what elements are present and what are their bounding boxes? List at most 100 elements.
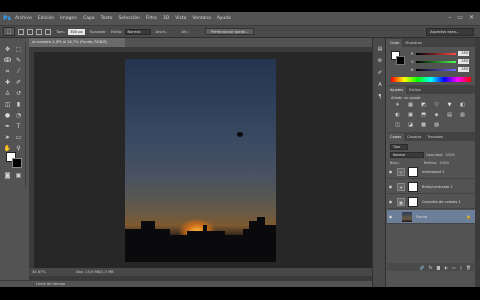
black-white-icon[interactable]: ▣ <box>406 112 415 119</box>
canvas-area[interactable] <box>34 52 372 268</box>
layer-name[interactable]: Fondo <box>416 215 427 219</box>
style-select[interactable]: Normal <box>124 28 151 35</box>
menu-capa[interactable]: Capa <box>83 16 95 21</box>
layer-mask-thumbnail[interactable] <box>408 181 418 192</box>
layer-photo-thumbnail[interactable] <box>402 211 412 222</box>
blue-slider[interactable]: B 255 <box>411 67 469 72</box>
posterize-icon[interactable]: ◫ <box>393 122 402 129</box>
healing-tool-icon[interactable]: ✚ <box>3 79 12 87</box>
vibrance-icon[interactable]: ▼ <box>445 102 454 109</box>
visibility-eye-icon[interactable]: ◉ <box>387 199 394 204</box>
blur-tool-icon[interactable]: ● <box>3 112 12 120</box>
right-panel-scrollbar[interactable] <box>475 38 480 287</box>
menu-edicion[interactable]: Edición <box>38 16 54 21</box>
history-panel-icon[interactable]: ▤ <box>376 46 384 53</box>
tab-paths[interactable]: Trazados <box>424 133 446 141</box>
quick-mask-icon[interactable]: ◙ <box>3 172 12 180</box>
menu-archivo[interactable]: Archivo <box>15 16 32 21</box>
layer-name[interactable]: Brillo/contraste 1 <box>422 185 453 189</box>
path-select-tool-icon[interactable]: ➤ <box>3 134 12 142</box>
zoom-level[interactable]: 34,67% <box>32 268 58 276</box>
lasso-tool-icon[interactable]: ↂ <box>3 57 12 65</box>
brush-panel-icon[interactable]: ✐ <box>376 70 384 77</box>
new-layer-icon[interactable]: ▯ <box>460 265 462 270</box>
blue-value-input[interactable]: 255 <box>458 67 469 72</box>
layer-filter-select[interactable]: Tipo <box>390 144 408 150</box>
add-selection-icon[interactable] <box>27 28 33 35</box>
feather-checkbox-label[interactable]: Suavizar <box>90 29 106 34</box>
visibility-eye-icon[interactable]: ◉ <box>387 184 394 189</box>
brush-tool-icon[interactable]: ✐ <box>14 79 23 87</box>
screen-mode-icon[interactable]: ▣ <box>14 172 23 180</box>
layer-row-brillo[interactable]: ◉ ☀ Brillo/contraste 1 <box>387 180 475 194</box>
menu-3d[interactable]: 3D <box>163 16 169 21</box>
new-adjustment-icon[interactable]: ◐ <box>444 265 448 270</box>
move-tool-icon[interactable]: ✥ <box>3 46 12 54</box>
history-brush-tool-icon[interactable]: ↺ <box>14 90 23 98</box>
new-group-icon[interactable]: ▭ <box>452 265 456 270</box>
green-slider[interactable]: G 255 <box>411 59 469 64</box>
menu-filtro[interactable]: Filtro <box>146 16 157 21</box>
properties-panel-icon[interactable]: ⚙ <box>376 58 384 65</box>
marquee-tool-preset-icon[interactable]: ⬚ <box>3 27 15 36</box>
delete-layer-icon[interactable]: 🗑 <box>466 265 471 270</box>
size-input[interactable]: 300 px <box>68 28 85 35</box>
visibility-eye-icon[interactable]: ◉ <box>387 169 394 174</box>
tab-layers[interactable]: Capas <box>387 133 405 141</box>
color-spectrum-bar[interactable] <box>391 77 471 82</box>
layer-name[interactable]: Intensidad 1 <box>422 170 444 174</box>
background-color-swatch[interactable] <box>12 158 22 168</box>
invert-icon[interactable]: ▥ <box>458 112 467 119</box>
blend-mode-select[interactable]: Normal <box>390 152 424 158</box>
gradient-tool-icon[interactable]: ▮ <box>14 101 23 109</box>
dodge-tool-icon[interactable]: ◔ <box>14 112 23 120</box>
red-value-input[interactable]: 255 <box>458 51 469 56</box>
paragraph-panel-icon[interactable]: ¶ <box>376 94 384 101</box>
tab-color[interactable]: Color <box>387 39 403 47</box>
layer-name[interactable]: Consulta de colores 1 <box>422 200 461 204</box>
exposure-icon[interactable]: ▽ <box>432 102 441 109</box>
layer-mask-thumbnail[interactable] <box>408 196 418 207</box>
workspace-select[interactable]: Aspectos esen... <box>426 28 474 36</box>
layer-row-fondo[interactable]: ◉ Fondo 🔒 <box>387 210 475 224</box>
tab-styles[interactable]: Estilos <box>406 86 424 94</box>
add-mask-icon[interactable]: ◙ <box>437 265 441 270</box>
menu-imagen[interactable]: Imagen <box>60 16 77 21</box>
curves-icon[interactable]: ◩ <box>419 102 428 109</box>
close-button[interactable]: ✕ <box>469 14 474 21</box>
clone-stamp-tool-icon[interactable]: ♙ <box>3 90 12 98</box>
tab-swatches[interactable]: Muestras <box>402 39 424 47</box>
layer-row-intensidad[interactable]: ◉ ▽ Intensidad 1 <box>387 165 475 179</box>
brightness-contrast-icon[interactable]: ☀ <box>393 102 402 109</box>
restore-button[interactable]: ▭ <box>457 14 463 21</box>
eraser-tool-icon[interactable]: ◫ <box>3 101 12 109</box>
shape-tool-icon[interactable]: ▭ <box>14 134 23 142</box>
refine-edge-button[interactable]: Perfeccionar borde... <box>205 28 255 35</box>
visibility-eye-icon[interactable]: ◉ <box>387 214 394 219</box>
intersect-selection-icon[interactable] <box>45 28 51 35</box>
color-balance-icon[interactable]: ◐ <box>393 112 402 119</box>
subtract-selection-icon[interactable] <box>36 28 42 35</box>
layer-row-consulta[interactable]: ◉ ▦ Consulta de colores 1 <box>387 195 475 209</box>
quick-select-tool-icon[interactable]: ✎ <box>14 57 23 65</box>
selective-color-icon[interactable]: ▨ <box>432 122 441 129</box>
gradient-map-icon[interactable]: ▩ <box>419 122 428 129</box>
character-panel-icon[interactable]: A <box>376 82 384 89</box>
document-info[interactable]: Doc: 13,9 MB/1,3 MB <box>76 268 114 276</box>
new-selection-icon[interactable] <box>18 28 24 35</box>
pen-tool-icon[interactable]: ✒ <box>3 123 12 131</box>
hue-saturation-icon[interactable]: ◧ <box>458 102 467 109</box>
color-background-swatch[interactable] <box>396 56 405 65</box>
green-value-input[interactable]: 255 <box>458 59 469 64</box>
threshold-icon[interactable]: ◪ <box>406 122 415 129</box>
document-tab[interactable]: sc-nombre-1.JPG al 34,7% (Fondo, RGB/8) <box>29 38 125 47</box>
tab-adjustments[interactable]: Ajustes <box>387 86 407 94</box>
red-slider[interactable]: R 255 <box>411 51 469 56</box>
type-tool-icon[interactable]: T <box>14 123 23 131</box>
menu-seleccion[interactable]: Selección <box>118 16 139 21</box>
crop-tool-icon[interactable]: ⌗ <box>3 68 12 76</box>
marquee-tool-icon[interactable]: ⬚ <box>14 46 23 54</box>
timeline-panel-tab[interactable]: Línea de tiempo <box>0 280 372 287</box>
color-lookup-icon[interactable]: ▤ <box>445 112 454 119</box>
layer-style-icon[interactable]: fx <box>429 265 433 270</box>
